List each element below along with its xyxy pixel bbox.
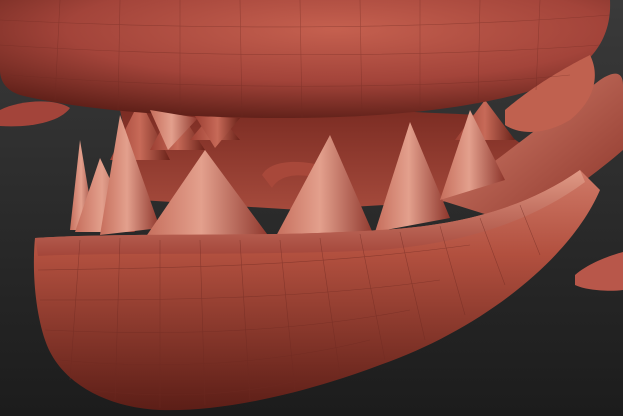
sculpt-render[interactable] bbox=[0, 0, 623, 416]
viewport-3d[interactable] bbox=[0, 0, 623, 416]
